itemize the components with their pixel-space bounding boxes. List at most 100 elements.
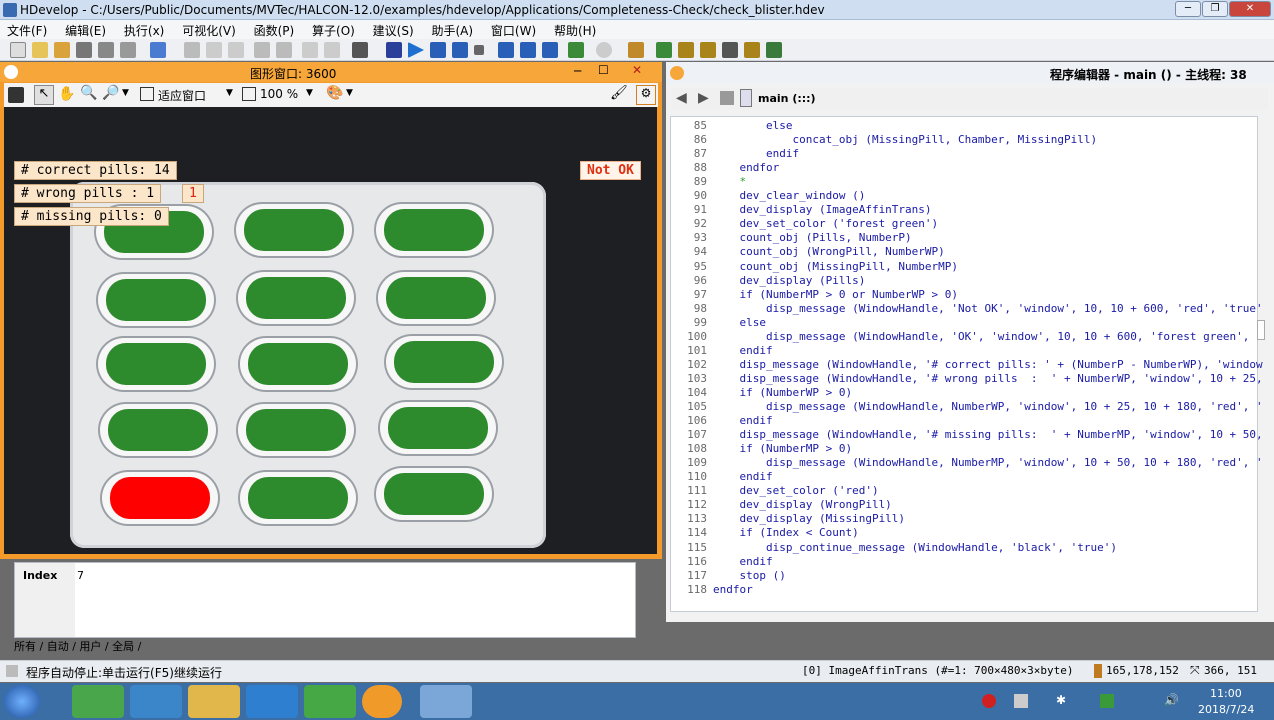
assistant-icon[interactable] [628,42,644,58]
close-button[interactable]: ✕ [1229,1,1271,17]
code-line[interactable]: disp_message (WindowHandle, '# missing p… [713,428,1262,441]
menu-file[interactable]: 文件(F) [0,20,54,41]
graphics-minimize-button[interactable]: ─ [574,64,581,78]
save-icon[interactable] [76,42,92,58]
fit-window-icon[interactable] [140,87,154,101]
open-file-icon[interactable] [32,42,48,58]
code-line[interactable]: dev_display (ImageAffinTrans) [713,203,931,216]
code-line[interactable]: disp_message (WindowHandle, 'Not OK', 'w… [713,302,1263,315]
code-line[interactable]: endif [713,414,772,427]
graphics-maximize-button[interactable]: ☐ [598,63,609,77]
browser-taskbar-icon[interactable] [72,685,124,718]
settings-icon[interactable]: ⚙ [636,85,656,105]
video-taskbar-icon[interactable] [130,685,182,718]
paste-icon[interactable] [228,42,244,58]
zoom-percent-select[interactable]: 100 % [260,87,298,101]
code-line[interactable]: disp_message (WindowHandle, '# wrong pil… [713,372,1262,385]
graphics-icon[interactable] [8,87,24,103]
magnifier-icon[interactable]: 🔍 [80,85,97,101]
code-line[interactable]: dev_set_color ('forest green') [713,217,938,230]
feature-icon[interactable] [766,42,782,58]
image-canvas[interactable]: # correct pills: 14 # wrong pills : 1 1 … [4,107,657,554]
menu-operators[interactable]: 算子(O) [305,20,362,41]
redo-icon[interactable] [276,42,292,58]
folder-taskbar-icon[interactable] [188,685,240,718]
copy-icon[interactable] [206,42,222,58]
run-to-icon[interactable] [542,42,558,58]
tray-icon[interactable] [1014,694,1028,708]
undo-icon[interactable] [254,42,270,58]
code-line[interactable]: endfor [713,583,753,596]
maximize-button[interactable]: ❐ [1202,1,1228,17]
bluetooth-icon[interactable]: ✱ [1056,693,1066,707]
code-line[interactable]: count_obj (MissingPill, NumberMP) [713,260,958,273]
code-line[interactable]: dev_set_color ('red') [713,484,878,497]
code-line[interactable]: if (Index < Count) [713,526,858,539]
code-line[interactable]: disp_message (WindowHandle, 'OK', 'windo… [713,330,1263,343]
chevron-down-icon[interactable]: ▼ [122,88,129,98]
code-line[interactable]: disp_message (WindowHandle, NumberMP, 'w… [713,456,1263,469]
code-line[interactable]: dev_display (MissingPill) [713,512,905,525]
step-icon[interactable] [386,42,402,58]
code-line[interactable]: if (NumberMP > 0) [713,442,852,455]
code-line[interactable]: endif [713,344,772,357]
code-line[interactable]: if (NumberMP > 0 or NumberWP > 0) [713,288,958,301]
code-line[interactable]: else [713,119,793,132]
code-line[interactable]: count_obj (Pills, NumberP) [713,231,911,244]
back-icon[interactable]: ◀ [676,90,687,106]
menu-help[interactable]: 帮助(H) [547,20,603,41]
paint-taskbar-icon[interactable] [420,685,472,718]
cut-icon[interactable] [184,42,200,58]
procedure-icon[interactable] [720,91,734,105]
stop-icon[interactable] [474,45,484,55]
menu-suggestions[interactable]: 建议(S) [366,20,421,41]
code-line[interactable]: if (NumberWP > 0) [713,386,852,399]
histogram-icon[interactable] [700,42,716,58]
chevron-down-icon[interactable]: ▼ [226,88,233,98]
code-line[interactable]: stop () [713,569,785,582]
procedure-select[interactable]: main (:::) [758,92,816,105]
new-file-icon[interactable] [10,42,26,58]
pointer-icon[interactable]: ↖ [34,85,54,105]
menu-window[interactable]: 窗口(W) [484,20,543,41]
hand-icon[interactable]: ✋ [58,86,75,102]
chart-icon[interactable] [678,42,694,58]
open-example-icon[interactable] [54,42,70,58]
code-line[interactable]: dev_display (WrongPill) [713,498,891,511]
save-as-icon[interactable] [98,42,114,58]
code-line[interactable]: dev_display (Pills) [713,274,865,287]
unindent-icon[interactable] [324,42,340,58]
halcon-taskbar-icon[interactable] [362,685,402,718]
zoom-window-icon[interactable] [722,42,738,58]
zoom-icon[interactable]: 🔎 [102,85,119,101]
variable-name[interactable]: Index [23,569,57,582]
menu-edit[interactable]: 编辑(E) [58,20,113,41]
color-icon[interactable]: 🎨 [326,85,343,101]
zoom-mode-select[interactable]: 适应窗口 [158,87,206,104]
paint-icon[interactable]: 🖌 [610,85,628,101]
code-line[interactable]: * [713,175,746,188]
menu-execute[interactable]: 执行(x) [117,20,171,41]
minimize-button[interactable]: ─ [1175,1,1201,17]
code-line[interactable]: disp_message (WindowHandle, '# correct p… [713,358,1262,371]
menu-assistants[interactable]: 助手(A) [424,20,480,41]
app-taskbar-icon[interactable] [304,685,356,718]
clock-time[interactable]: 11:00 [1210,687,1242,700]
graphics-icon[interactable] [352,42,368,58]
start-button[interactable] [4,685,40,718]
settings-icon[interactable] [150,42,166,58]
reset-icon[interactable] [568,42,584,58]
volume-icon[interactable]: 🔊 [1164,693,1179,707]
code-area[interactable]: 85 else 86 concat_obj (MissingPill, Chamb… [670,116,1263,612]
step-back-icon[interactable] [452,42,468,58]
run-icon[interactable] [408,42,424,58]
code-line[interactable]: disp_continue_message (WindowHandle, 'bl… [713,541,1117,554]
code-line[interactable]: concat_obj (MissingPill, Chamber, Missin… [713,133,1097,146]
code-line[interactable]: endfor [713,161,779,174]
chevron-down-icon[interactable]: ▼ [346,88,353,98]
inspect-icon[interactable] [656,42,672,58]
clock-date[interactable]: 2018/7/24 [1198,703,1254,716]
graphics-close-button[interactable]: ✕ [632,63,642,77]
security-icon[interactable] [982,694,996,708]
forward-icon[interactable]: ▶ [698,90,709,106]
